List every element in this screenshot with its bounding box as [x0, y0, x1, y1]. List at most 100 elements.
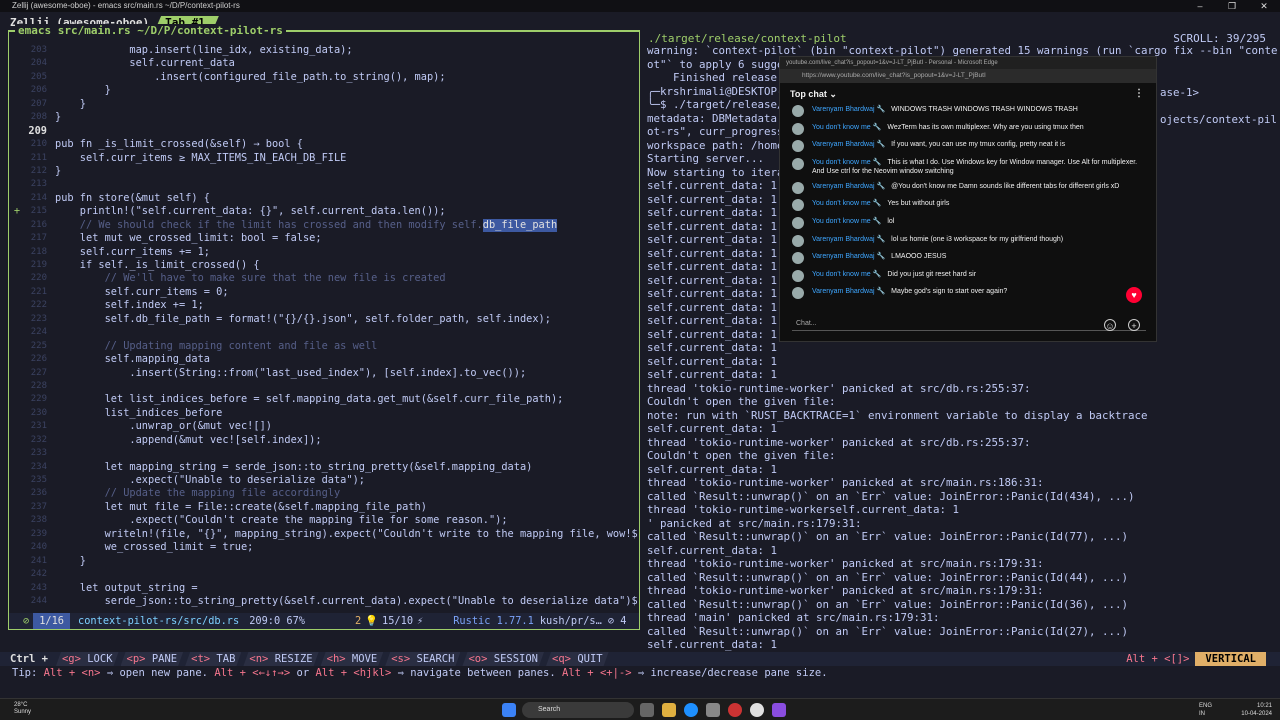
- chat-message[interactable]: You don't know me 🔧 WezTerm has its own m…: [780, 122, 1156, 141]
- chat-username[interactable]: You don't know me 🔧: [812, 200, 881, 207]
- code-line[interactable]: 239 writeln!(file, "{}", mapping_string)…: [9, 528, 639, 541]
- code-line[interactable]: 211 self.curr_items ≥ MAX_ITEMS_IN_EACH_…: [9, 152, 639, 165]
- chat-message[interactable]: You don't know me 🔧 lol: [780, 216, 1156, 235]
- code-line[interactable]: 236 // Update the mapping file according…: [9, 487, 639, 500]
- code-line[interactable]: 230 list_indices_before: [9, 407, 639, 420]
- code-line[interactable]: 237 let mut file = File::create(&self.ma…: [9, 501, 639, 514]
- code-line[interactable]: 238 .expect("Couldn't create the mapping…: [9, 514, 639, 527]
- editor-pane[interactable]: emacs src/main.rs ~/D/P/context-pilot-rs…: [8, 24, 640, 630]
- more-options-icon[interactable]: ⋮: [1134, 83, 1144, 105]
- input-language[interactable]: ENG IN: [1199, 702, 1212, 718]
- code-line[interactable]: 225 // Updating mapping content and file…: [9, 340, 639, 353]
- emoji-icon[interactable]: ☺: [1104, 319, 1116, 331]
- chat-message[interactable]: You don't know me 🔧 This is what I do. Us…: [780, 157, 1156, 182]
- code-line[interactable]: 220 // We'll have to make sure that the …: [9, 272, 639, 285]
- code-line[interactable]: 226 self.mapping_data: [9, 353, 639, 366]
- avatar[interactable]: [792, 105, 804, 117]
- code-line[interactable]: 214 pub fn store(&mut self) {: [9, 192, 639, 205]
- avatar[interactable]: [792, 140, 804, 153]
- wezterm-icon[interactable]: [772, 703, 786, 717]
- chat-username[interactable]: You don't know me 🔧: [812, 271, 881, 278]
- maximize-button[interactable]: ❐: [1216, 0, 1248, 12]
- code-line[interactable]: 244 serde_json::to_string_pretty(&self.c…: [9, 595, 639, 608]
- code-line[interactable]: 217 let mut we_crossed_limit: bool = fal…: [9, 232, 639, 245]
- code-line[interactable]: 203 map.insert(line_idx, existing_data);: [9, 44, 639, 57]
- chat-message[interactable]: You don't know me 🔧 Did you just git rese…: [780, 269, 1156, 288]
- taskbar-search[interactable]: Search: [522, 702, 634, 718]
- code-line[interactable]: 213: [9, 178, 639, 191]
- live-chat-window[interactable]: youtube.com/live_chat?is_popout=1&v=J-LT…: [779, 56, 1157, 342]
- code-line[interactable]: 233: [9, 447, 639, 460]
- avatar[interactable]: [792, 216, 804, 229]
- code-line[interactable]: 243 let output_string =: [9, 582, 639, 595]
- mode-key-tab[interactable]: <t> TAB: [185, 652, 241, 666]
- code-line[interactable]: 207 }: [9, 98, 639, 111]
- chrome-icon[interactable]: [750, 703, 764, 717]
- code-line[interactable]: 228: [9, 380, 639, 393]
- chat-username[interactable]: Varenyam Bhardwaj 🔧: [812, 141, 885, 148]
- chat-username[interactable]: You don't know me 🔧: [812, 124, 881, 131]
- code-line[interactable]: 223 self.db_file_path = format!("{}/{}.j…: [9, 313, 639, 326]
- chat-username[interactable]: You don't know me 🔧: [812, 159, 881, 166]
- chat-message[interactable]: You don't know me 🔧 Yes but without girls: [780, 199, 1156, 217]
- code-line[interactable]: 231 .unwrap_or(&mut vec![]): [9, 420, 639, 433]
- code-line[interactable]: 232 .append(&mut vec![self.index]);: [9, 434, 639, 447]
- add-icon[interactable]: +: [1128, 319, 1140, 331]
- avatar[interactable]: [792, 157, 804, 170]
- chat-username[interactable]: You don't know me 🔧: [812, 218, 881, 225]
- code-line[interactable]: 221 self.curr_items = 0;: [9, 286, 639, 299]
- app-icon[interactable]: [728, 703, 742, 717]
- code-buffer[interactable]: 203 map.insert(line_idx, existing_data);…: [9, 44, 639, 614]
- code-line[interactable]: 204 self.current_data: [9, 57, 639, 70]
- code-line[interactable]: 210 pub fn _is_limit_crossed(&self) → boo…: [9, 138, 639, 151]
- top-chat-dropdown[interactable]: Top chat ⌄: [790, 89, 837, 99]
- chat-username[interactable]: Varenyam Bhardwaj 🔧: [812, 236, 885, 243]
- task-view-icon[interactable]: [640, 703, 654, 717]
- avatar[interactable]: [792, 252, 804, 265]
- code-line[interactable]: 235 .expect("Unable to deserialize data"…: [9, 474, 639, 487]
- mode-key-search[interactable]: <s> SEARCH: [385, 652, 460, 666]
- start-icon[interactable]: [502, 703, 516, 717]
- edge-icon[interactable]: [684, 703, 698, 717]
- code-line[interactable]: 242: [9, 568, 639, 581]
- code-line[interactable]: 205 .insert(configured_file_path.to_stri…: [9, 71, 639, 84]
- avatar[interactable]: [792, 122, 804, 135]
- code-line[interactable]: +215 println!("self.current_data: {}", s…: [9, 205, 639, 218]
- code-line[interactable]: 234 let mapping_string = serde_json::to_…: [9, 461, 639, 474]
- chat-message[interactable]: Varenyam Bhardwaj 🔧 Maybe god's sign to s…: [780, 287, 1156, 305]
- terminal-app-icon[interactable]: [706, 703, 720, 717]
- chat-message[interactable]: Varenyam Bhardwaj 🔧 @You don't know me Da…: [780, 181, 1156, 200]
- chat-message[interactable]: Varenyam Bhardwaj 🔧 If you want, you can …: [780, 140, 1156, 158]
- close-button[interactable]: ✕: [1248, 0, 1280, 12]
- code-line[interactable]: 219 if self._is_limit_crossed() {: [9, 259, 639, 272]
- code-line[interactable]: 218 self.curr_items += 1;: [9, 246, 639, 259]
- chat-message[interactable]: Varenyam Bhardwaj 🔧 WINDOWS TRASH WINDOWS…: [780, 105, 1156, 123]
- code-line[interactable]: 212}: [9, 165, 639, 178]
- weather-widget[interactable]: 28°C Sunny: [14, 702, 31, 716]
- chat-input[interactable]: Chat...: [792, 317, 1146, 331]
- code-line[interactable]: 227 .insert(String::from("last_used_inde…: [9, 367, 639, 380]
- code-line[interactable]: 224: [9, 326, 639, 339]
- code-line[interactable]: 209: [9, 125, 639, 138]
- chat-username[interactable]: Varenyam Bhardwaj 🔧: [812, 253, 885, 260]
- avatar[interactable]: [792, 199, 804, 212]
- chat-url-bar[interactable]: https://www.youtube.com/live_chat?is_pop…: [780, 69, 1156, 83]
- chat-username[interactable]: Varenyam Bhardwaj 🔧: [812, 106, 885, 113]
- avatar[interactable]: [792, 269, 804, 282]
- mode-key-lock[interactable]: <g> LOCK: [56, 652, 119, 666]
- avatar[interactable]: [792, 181, 804, 194]
- avatar[interactable]: [792, 234, 804, 247]
- clock[interactable]: 10:21 10-04-2024: [1241, 702, 1272, 718]
- mode-key-session[interactable]: <o> SESSION: [462, 652, 544, 666]
- chat-message[interactable]: Varenyam Bhardwaj 🔧 lol us homie (one i3 …: [780, 234, 1156, 253]
- code-line[interactable]: 229 let list_indices_before = self.mappi…: [9, 393, 639, 406]
- mode-key-resize[interactable]: <n> RESIZE: [243, 652, 318, 666]
- mode-key-quit[interactable]: <q> QUIT: [546, 652, 609, 666]
- heart-reaction-icon[interactable]: ♥: [1126, 287, 1142, 303]
- minimize-button[interactable]: –: [1184, 0, 1216, 12]
- code-line[interactable]: 222 self.index += 1;: [9, 299, 639, 312]
- code-line[interactable]: 206 }: [9, 84, 639, 97]
- chat-username[interactable]: Varenyam Bhardwaj 🔧: [812, 183, 885, 190]
- code-line[interactable]: 241 }: [9, 555, 639, 568]
- code-line[interactable]: 208}: [9, 111, 639, 124]
